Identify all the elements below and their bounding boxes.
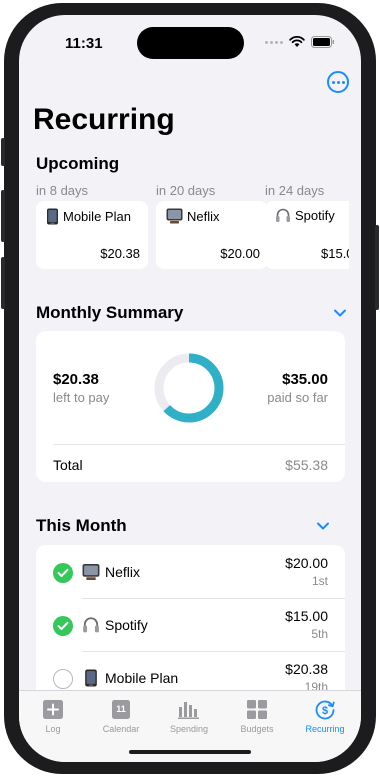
home-indicator [129, 750, 251, 754]
tab-recurring[interactable]: $ Recurring [291, 699, 359, 734]
headphones-icon [83, 617, 99, 633]
paid-so-far-amount: $35.00 [282, 371, 328, 388]
wifi-icon [289, 36, 305, 47]
tab-budgets[interactable]: Budgets [223, 699, 291, 734]
left-to-pay-amount: $20.38 [53, 371, 99, 388]
upcoming-card-name: Neflix [187, 208, 220, 224]
tab-calendar[interactable]: 11 Calendar [87, 699, 155, 734]
row-due-date: 1st [311, 574, 328, 588]
tab-label: Log [45, 724, 61, 734]
upcoming-card-name: Spotify [295, 208, 335, 223]
list-item-spotify[interactable]: Spotify $15.00 5th [36, 598, 345, 651]
side-button-power [375, 225, 379, 310]
upcoming-card-neflix[interactable]: Neflix $20.00 [156, 201, 268, 269]
upcoming-due-label: in 20 days [156, 183, 216, 198]
phone-icon [47, 208, 58, 225]
upcoming-card-spotify[interactable]: Spotify $15.00 [265, 201, 349, 269]
row-amount: $15.00 [285, 608, 328, 624]
upcoming-card-amount: $20.38 [100, 246, 140, 261]
upcoming-card-amount: $20.00 [220, 246, 260, 261]
more-options-button[interactable] [327, 71, 349, 93]
upcoming-card-amount: $15.00 [321, 246, 349, 261]
dynamic-island [137, 27, 244, 59]
paid-check-icon[interactable] [53, 563, 73, 583]
grid-icon [247, 700, 267, 719]
this-month-title: This Month [36, 516, 127, 535]
paid-check-icon[interactable] [53, 616, 73, 636]
list-item-neflix[interactable]: Neflix $20.00 1st [36, 545, 345, 598]
status-icons [265, 36, 335, 48]
upcoming-due-label: in 8 days [36, 183, 89, 198]
monthly-summary-card: $20.38 left to pay $35.00 paid so far To… [36, 331, 345, 482]
row-name: Neflix [105, 564, 141, 580]
recurring-dollar-icon: $ [315, 700, 335, 720]
payment-progress-ring [154, 353, 224, 423]
calendar-badge: 11 [116, 704, 126, 714]
side-button-volume-down [1, 257, 5, 309]
tv-icon [82, 564, 100, 580]
screen: 11:31 Recurring Upcoming in 8 days in 20… [19, 15, 361, 762]
divider [53, 444, 345, 445]
upcoming-card-mobile-plan[interactable]: Mobile Plan $20.38 [36, 201, 148, 269]
unpaid-circle-icon[interactable] [53, 669, 73, 689]
tab-label: Recurring [305, 724, 345, 734]
total-label: Total [53, 457, 83, 473]
svg-text:$: $ [322, 705, 328, 717]
row-name: Spotify [105, 617, 148, 633]
tab-label: Budgets [240, 724, 274, 734]
chevron-down-icon[interactable] [316, 521, 330, 531]
upcoming-due-label: in 24 days [265, 183, 325, 198]
this-month-list: Neflix $20.00 1st Spotify $15.00 5th Mob… [36, 545, 345, 705]
plus-square-icon [43, 700, 63, 719]
tab-label: Spending [169, 724, 209, 734]
side-button-action [1, 138, 5, 166]
tv-icon [166, 208, 183, 224]
battery-icon [311, 36, 334, 48]
monthly-summary-title: Monthly Summary [36, 303, 184, 322]
total-value: $55.38 [285, 457, 328, 473]
row-amount: $20.38 [285, 661, 328, 677]
row-due-date: 5th [311, 627, 328, 641]
tab-label: Calendar [102, 724, 140, 734]
page-title: Recurring [33, 103, 175, 136]
bar-chart-icon [178, 702, 199, 719]
tab-log[interactable]: Log [19, 699, 87, 734]
signal-icon [265, 40, 283, 44]
left-to-pay-label: left to pay [53, 390, 110, 405]
row-amount: $20.00 [285, 555, 328, 571]
row-name: Mobile Plan [105, 670, 179, 686]
tab-spending[interactable]: Spending [155, 699, 223, 734]
side-button-volume-up [1, 190, 5, 242]
headphones-icon [276, 208, 290, 222]
status-time: 11:31 [65, 35, 103, 52]
chevron-down-icon[interactable] [333, 308, 347, 318]
upcoming-card-name: Mobile Plan [63, 209, 131, 224]
phone-icon [85, 669, 97, 687]
upcoming-section-title: Upcoming [36, 154, 120, 173]
paid-so-far-label: paid so far [267, 390, 328, 405]
